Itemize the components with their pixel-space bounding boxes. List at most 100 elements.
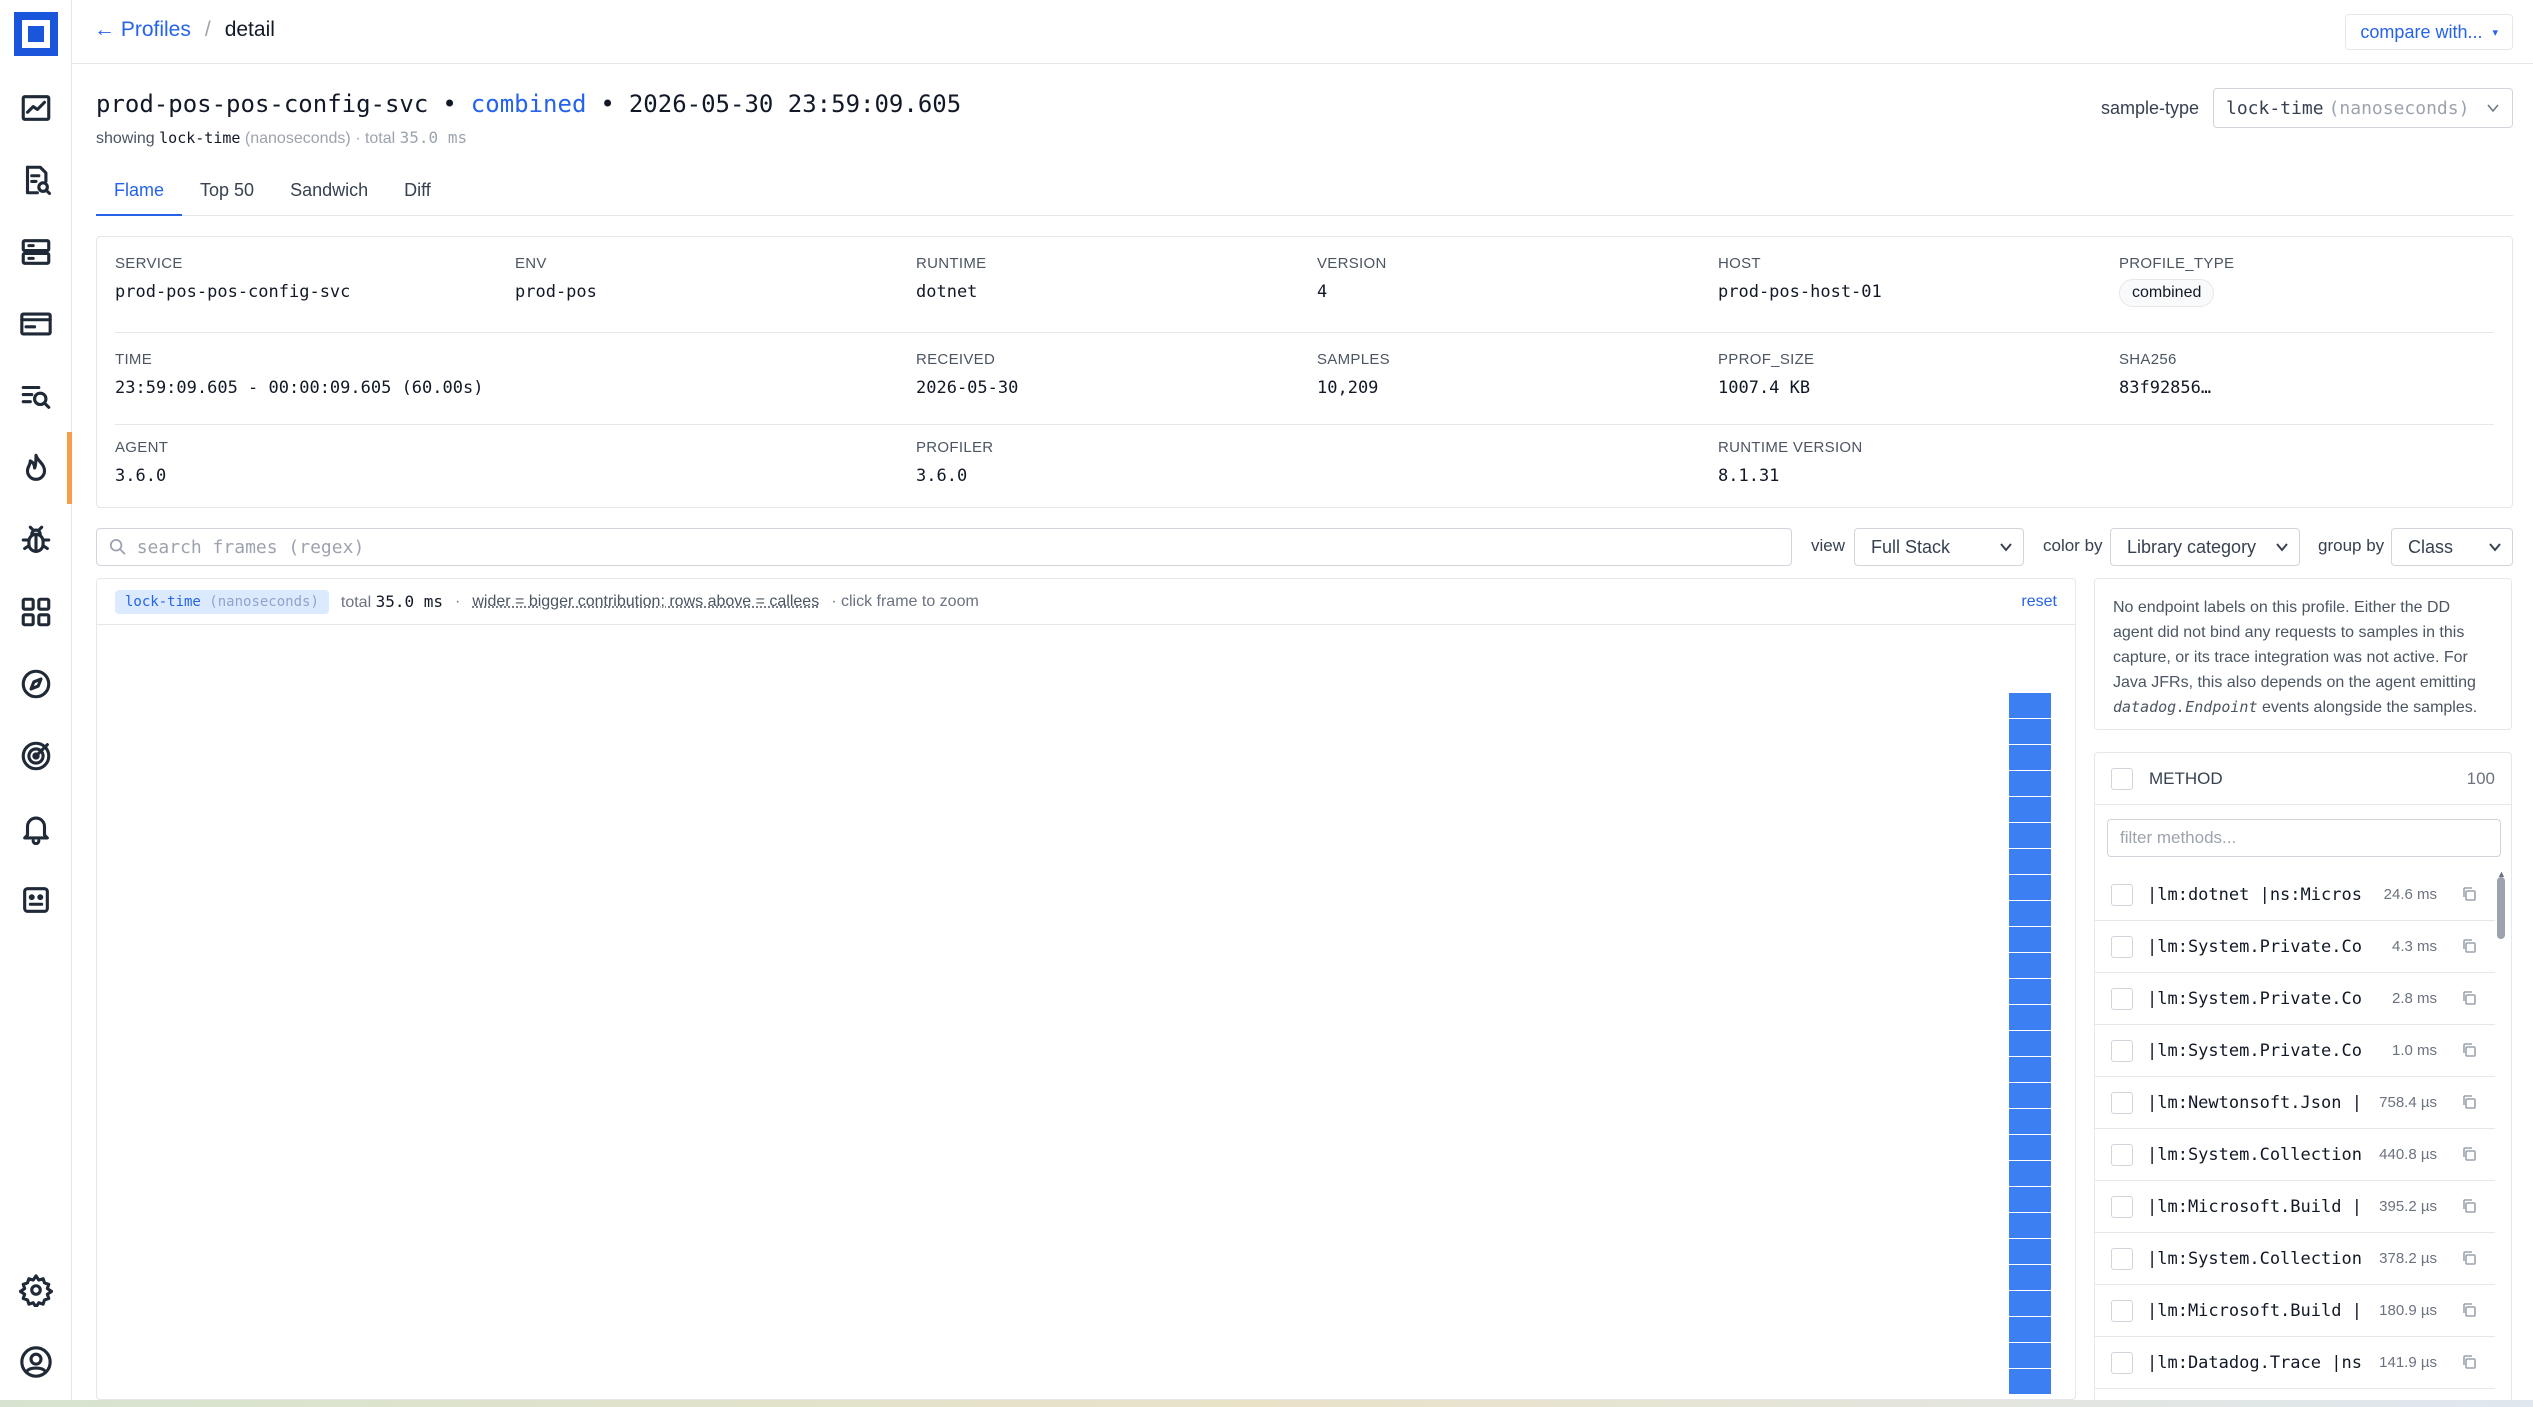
method-checkbox[interactable] <box>2111 1351 2133 1374</box>
flame-frame[interactable] <box>2009 953 2051 979</box>
trace-search-icon[interactable] <box>16 376 56 416</box>
copy-icon[interactable] <box>2461 990 2479 1008</box>
method-value: 378.2 µs <box>2379 1250 2437 1267</box>
flame-frame[interactable] <box>2009 771 2051 797</box>
copy-icon[interactable] <box>2461 1146 2479 1164</box>
reset-zoom-button[interactable]: reset <box>2021 593 2057 611</box>
flame-frame[interactable] <box>2009 1161 2051 1187</box>
flame-frame[interactable] <box>2009 875 2051 901</box>
tab-top-50[interactable]: Top 50 <box>182 168 272 216</box>
compass-icon[interactable] <box>16 664 56 704</box>
target-icon[interactable] <box>16 736 56 776</box>
method-row[interactable]: |lm:Microsoft.Build |ns:Microsoft 180.9 µ… <box>2095 1285 2495 1337</box>
endpoint-labels-note: No endpoint labels on this profile. Eith… <box>2094 578 2512 730</box>
sample-type-select[interactable]: lock-time (nanoseconds) <box>2213 88 2513 128</box>
method-checkbox[interactable] <box>2111 1039 2133 1062</box>
browser-window-icon[interactable] <box>16 304 56 344</box>
color-by-select[interactable]: Library category <box>2110 528 2300 566</box>
flame-frame[interactable] <box>2009 927 2051 953</box>
method-checkbox[interactable] <box>2111 987 2133 1010</box>
copy-icon[interactable] <box>2461 1042 2479 1060</box>
flame-frame[interactable] <box>2009 1317 2051 1343</box>
flame-frame[interactable] <box>2009 797 2051 823</box>
flame-frame[interactable] <box>2009 1005 2051 1031</box>
method-row[interactable]: |lm:System.Private.CoreLib 2.8 ms <box>2095 973 2495 1025</box>
flame-total: total 35.0 ms <box>341 592 443 612</box>
scrollbar-thumb[interactable] <box>2497 877 2505 939</box>
flame-frame[interactable] <box>2009 849 2051 875</box>
copy-icon[interactable] <box>2461 938 2479 956</box>
flame-frame[interactable] <box>2009 1369 2051 1395</box>
flame-frame[interactable] <box>2009 1213 2051 1239</box>
flame-frame[interactable] <box>2009 1291 2051 1317</box>
back-to-profiles-link[interactable]: ← Profiles <box>94 18 191 42</box>
frame-search-input[interactable] <box>136 536 1779 558</box>
tab-sandwich[interactable]: Sandwich <box>272 168 386 216</box>
flame-frame[interactable] <box>2009 719 2051 745</box>
user-account-icon[interactable] <box>16 1342 56 1382</box>
group-by-select[interactable]: Class <box>2391 528 2513 566</box>
method-checkbox[interactable] <box>2111 1091 2133 1114</box>
method-row[interactable]: |lm:System.Collections.Generic 378.2 µs <box>2095 1233 2495 1285</box>
method-name: |lm:System.Collections.Concurrent <box>2147 1144 2361 1165</box>
view-select[interactable]: Full Stack <box>1854 528 2024 566</box>
method-row[interactable]: |lm:dotnet |ns:Microsoft.Extensions 24.6 … <box>2095 869 2495 921</box>
flame-frame[interactable] <box>2009 823 2051 849</box>
flame-frame[interactable] <box>2009 1239 2051 1265</box>
method-row[interactable]: |lm:Newtonsoft.Json |ns:Newtonsoft 758.4 … <box>2095 1077 2495 1129</box>
tab-flame[interactable]: Flame <box>96 168 183 216</box>
method-row[interactable]: |lm:Datadog.Trace |ns:Datadog 141.9 µs <box>2095 1337 2495 1389</box>
filter-methods-input[interactable] <box>2107 819 2501 857</box>
method-checkbox[interactable] <box>2111 935 2133 958</box>
apps-grid-icon[interactable] <box>16 592 56 632</box>
meta-host: HOST prod-pos-host-01 <box>1718 255 1882 302</box>
pill-unit: (nanoseconds) <box>209 593 319 610</box>
sample-type-control: sample-type lock-time (nanoseconds) <box>2101 88 2513 128</box>
servers-icon[interactable] <box>16 232 56 272</box>
metadata-row: SERVICE prod-pos-pos-config-svc ENV prod… <box>115 255 2494 333</box>
flame-profiler-icon[interactable] <box>16 448 56 488</box>
method-row[interactable]: |lm:System.Private.CoreLib 4.3 ms <box>2095 921 2495 973</box>
flame-frame[interactable] <box>2009 1083 2051 1109</box>
copy-icon[interactable] <box>2461 886 2479 904</box>
flame-frame[interactable] <box>2009 901 2051 927</box>
flame-frame[interactable] <box>2009 1057 2051 1083</box>
methods-scrollbar[interactable]: ▲ <box>2495 869 2507 1401</box>
method-checkbox[interactable] <box>2111 883 2133 906</box>
meta-key: AGENT <box>115 439 169 456</box>
flame-frame[interactable] <box>2009 1109 2051 1135</box>
flame-frame[interactable] <box>2009 1343 2051 1369</box>
method-checkbox[interactable] <box>2111 1143 2133 1166</box>
method-checkbox[interactable] <box>2111 1299 2133 1322</box>
log-search-icon[interactable] <box>16 160 56 200</box>
copy-icon[interactable] <box>2461 1302 2479 1320</box>
bell-icon[interactable] <box>16 808 56 848</box>
flame-frame[interactable] <box>2009 693 2051 719</box>
method-row[interactable]: |lm:System.Private.CoreLib 1.0 ms <box>2095 1025 2495 1077</box>
bug-icon[interactable] <box>16 520 56 560</box>
method-checkbox[interactable] <box>2111 1195 2133 1218</box>
app-logo[interactable] <box>14 12 58 56</box>
flame-frame[interactable] <box>2009 1187 2051 1213</box>
method-row[interactable]: |lm:Microsoft.Build |ns:Microsoft 395.2 µ… <box>2095 1181 2495 1233</box>
flame-frame[interactable] <box>2009 1135 2051 1161</box>
settings-gear-icon[interactable] <box>16 1270 56 1310</box>
method-row[interactable]: |lm:System.Collections.Concurrent 440.8 µ… <box>2095 1129 2495 1181</box>
copy-icon[interactable] <box>2461 1198 2479 1216</box>
flame-frame[interactable] <box>2009 1031 2051 1057</box>
meta-value: prod-pos-pos-config-svc <box>115 282 351 302</box>
copy-icon[interactable] <box>2461 1354 2479 1372</box>
methods-header: METHOD 100 <box>2095 753 2511 805</box>
tab-diff[interactable]: Diff <box>386 168 449 216</box>
title-service: prod-pos-pos-config-svc <box>96 90 429 118</box>
method-checkbox[interactable] <box>2111 1247 2133 1270</box>
select-all-methods-checkbox[interactable] <box>2111 767 2133 790</box>
robot-icon[interactable] <box>16 880 56 920</box>
dashboard-chart-icon[interactable] <box>16 88 56 128</box>
flame-frame[interactable] <box>2009 979 2051 1005</box>
copy-icon[interactable] <box>2461 1094 2479 1112</box>
flame-frame[interactable] <box>2009 745 2051 771</box>
flame-frame[interactable] <box>2009 1265 2051 1291</box>
compare-with-button[interactable]: compare with... ▾ <box>2345 14 2513 50</box>
copy-icon[interactable] <box>2461 1250 2479 1268</box>
